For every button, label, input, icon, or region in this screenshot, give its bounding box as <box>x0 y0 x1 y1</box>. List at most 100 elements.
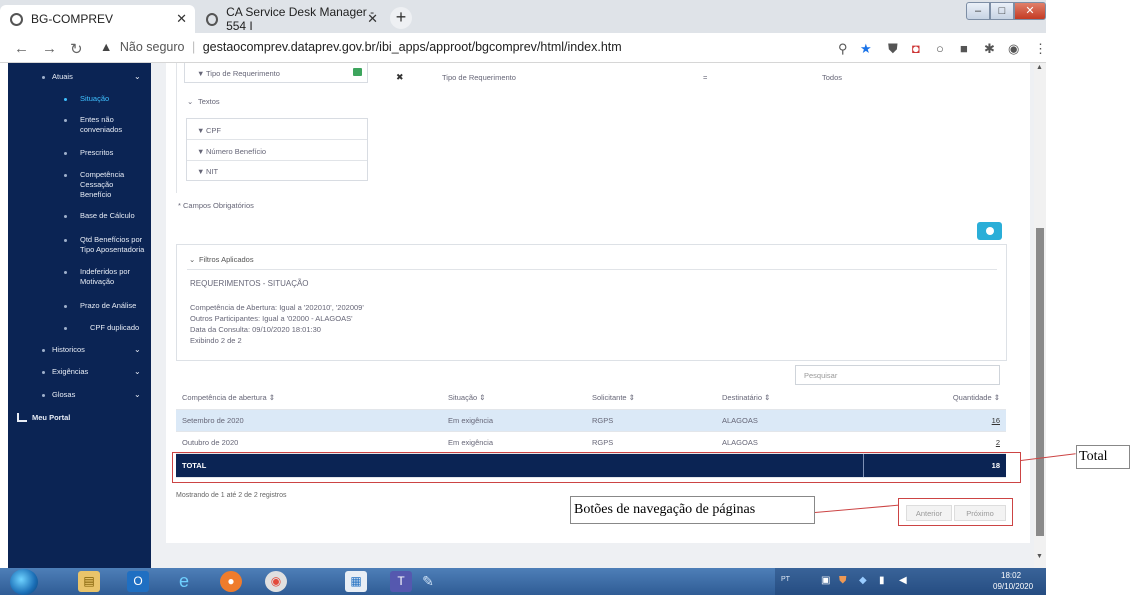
chevron-down-icon[interactable]: ⌄ <box>189 255 195 264</box>
ie-icon[interactable]: e <box>173 571 195 592</box>
zoom-icon[interactable]: ⚲ <box>838 41 848 57</box>
close-tab-icon[interactable]: ✕ <box>176 11 187 27</box>
language-indicator[interactable]: PT <box>781 576 790 583</box>
total-highlight-frame <box>172 452 1021 483</box>
teams-icon[interactable]: T <box>390 571 412 592</box>
chevron-down-icon[interactable]: ⌄ <box>134 390 141 399</box>
start-button[interactable] <box>10 569 38 595</box>
extension-pocket-icon[interactable]: ◘ <box>912 41 920 56</box>
filter-icon: ▼ <box>197 69 205 78</box>
sidebar-item-meu-portal[interactable]: Meu Portal <box>32 413 70 423</box>
vertical-scrollbar[interactable]: ▲ ▼ <box>1034 63 1046 568</box>
column-header[interactable]: Competência de abertura ⇕ <box>176 387 442 410</box>
close-window-button[interactable]: ✕ <box>1014 2 1046 20</box>
sidebar-item-historicos[interactable]: Historicos <box>52 345 85 355</box>
extension-shield-icon[interactable]: ⛊ <box>888 41 898 57</box>
url-field[interactable]: ▲ Não seguro | gestaocomprev.dataprev.go… <box>100 40 622 54</box>
sidebar-item-prescritos[interactable]: Prescritos <box>80 148 113 158</box>
close-tab-icon[interactable]: ✕ <box>367 11 378 27</box>
chevron-down-icon[interactable]: ⌄ <box>134 367 141 376</box>
tray-shield-icon[interactable]: ⛊ <box>839 575 847 586</box>
remove-criteria-icon[interactable]: ✖ <box>396 72 404 83</box>
filtros-aplicados-header[interactable]: Filtros Aplicados <box>199 255 254 264</box>
previous-page-button[interactable]: Anterior <box>906 505 952 521</box>
screenshot: BG-COMPREV ✕ CA Service Desk Manager - 5… <box>0 0 1046 595</box>
tab-title: BG-COMPREV <box>31 12 114 26</box>
criteria-field: Tipo de Requerimento <box>442 73 516 82</box>
filter-line-1: Competência de Abertura: Igual a '202010… <box>190 303 364 312</box>
pagination-info: Mostrando de 1 até 2 de 2 registros <box>176 492 287 499</box>
chevron-down-icon[interactable]: ⌄ <box>187 97 193 106</box>
run-query-button[interactable] <box>977 222 1002 240</box>
tipo-requerimento-box[interactable]: ▼ Tipo de Requerimento <box>184 63 368 83</box>
reload-icon[interactable]: ↻ <box>70 40 83 58</box>
table-row[interactable]: Setembro de 2020 Em exigência RGPS ALAGO… <box>176 409 1006 432</box>
sidebar-item-indeferidos[interactable]: Indeferidos por Motivação <box>80 267 140 287</box>
filter-line-2: Outros Participantes: Igual a '02000 - A… <box>190 314 353 323</box>
scroll-down-icon[interactable]: ▼ <box>1036 553 1043 560</box>
filter-line-3: Data da Consulta: 09/10/2020 18:01:30 <box>190 325 321 334</box>
sidebar-item-glosas[interactable]: Glosas <box>52 390 75 400</box>
menu-kebab-icon[interactable]: ⋮ <box>1034 41 1046 57</box>
sidebar-item-entes[interactable]: Entes não conveniados <box>80 115 140 135</box>
new-tab-button[interactable]: + <box>390 7 412 29</box>
tab-ca-service-desk[interactable]: CA Service Desk Manager - 554 I ✕ <box>196 5 386 33</box>
annotation-navigation: Botões de navegação de páginas <box>570 496 815 524</box>
sidebar-item-cpf-duplicado[interactable]: CPF duplicado <box>90 323 139 333</box>
refresh-icon <box>986 227 994 235</box>
sidebar-item-prazo[interactable]: Prazo de Análise <box>80 301 136 311</box>
table-cell: ALAGOAS <box>716 409 863 432</box>
extension-circle-icon[interactable]: ○ <box>936 41 944 56</box>
search-input[interactable]: Pesquisar <box>795 365 1000 385</box>
tray-app-icon[interactable]: ▣ <box>821 575 830 586</box>
forward-icon[interactable]: → <box>42 40 57 57</box>
tree-dot <box>64 327 67 330</box>
explorer-icon[interactable]: ▤ <box>78 571 100 592</box>
sidebar-item-qtd-beneficios[interactable]: Qtd Benefícios por Tipo Aposentadoria <box>80 235 152 255</box>
cpf-field[interactable]: ▼ CPF <box>187 119 367 140</box>
tree-dot <box>42 349 45 352</box>
bookmark-star-icon[interactable]: ★ <box>860 41 872 57</box>
chevron-down-icon[interactable]: ⌄ <box>134 345 141 354</box>
paint-icon[interactable]: ✎ <box>417 571 439 592</box>
outlook-icon[interactable]: O <box>127 571 149 592</box>
tab-bg-comprev[interactable]: BG-COMPREV ✕ <box>0 5 195 33</box>
scroll-up-icon[interactable]: ▲ <box>1036 64 1043 71</box>
tray-teams-icon[interactable]: ◆ <box>859 575 867 586</box>
textos-label[interactable]: Textos <box>198 97 220 106</box>
maximize-button[interactable]: □ <box>990 2 1014 20</box>
volume-icon[interactable]: ◀ <box>899 575 907 586</box>
sidebar-item-base-calculo[interactable]: Base de Cálculo <box>80 211 135 221</box>
column-header[interactable]: Situação ⇕ <box>442 387 586 410</box>
column-header[interactable]: Solicitante ⇕ <box>586 387 716 410</box>
chrome-icon[interactable]: ◉ <box>265 571 287 592</box>
quantity-link[interactable]: 2 <box>996 438 1000 447</box>
extensions-puzzle-icon[interactable]: ✱ <box>984 41 995 57</box>
network-icon[interactable]: ▮ <box>879 575 885 586</box>
document-icon[interactable]: ▦ <box>345 571 367 592</box>
sidebar-item-exigencias[interactable]: Exigências <box>52 367 88 377</box>
sidebar-item-atuais[interactable]: Atuais <box>52 72 73 82</box>
column-header[interactable]: Quantidade ⇕ <box>863 387 1006 410</box>
scrollbar-thumb[interactable] <box>1036 228 1044 536</box>
extension-square-icon[interactable]: ■ <box>960 41 968 56</box>
firefox-icon[interactable]: ● <box>220 571 242 592</box>
clock-time[interactable]: 18:02 <box>1001 571 1021 580</box>
table-cell: Em exigência <box>442 431 586 454</box>
sidebar-item-situacao[interactable]: Situação <box>80 94 109 104</box>
clock-date[interactable]: 09/10/2020 <box>993 582 1033 591</box>
annotation-total: Total <box>1076 445 1130 469</box>
chevron-down-icon[interactable]: ⌄ <box>134 72 141 81</box>
table-row[interactable]: Outubro de 2020 Em exigência RGPS ALAGOA… <box>176 431 1006 454</box>
nit-field[interactable]: ▼ NIT <box>187 161 367 181</box>
minimize-button[interactable]: – <box>966 2 990 20</box>
url-text: gestaocomprev.dataprev.gov.br/ibi_apps/a… <box>202 40 622 54</box>
sidebar: Atuais ⌄ Situação Entes não conveniados … <box>8 63 151 568</box>
back-icon[interactable]: ← <box>14 40 29 57</box>
quantity-link[interactable]: 16 <box>992 416 1000 425</box>
next-page-button[interactable]: Próximo <box>954 505 1006 521</box>
sidebar-item-competencia[interactable]: Competência Cessação Benefício <box>80 170 140 200</box>
column-header[interactable]: Destinatário ⇕ <box>716 387 863 410</box>
numero-beneficio-field[interactable]: ▼ Número Benefício <box>187 140 367 161</box>
profile-icon[interactable]: ◉ <box>1008 41 1019 57</box>
